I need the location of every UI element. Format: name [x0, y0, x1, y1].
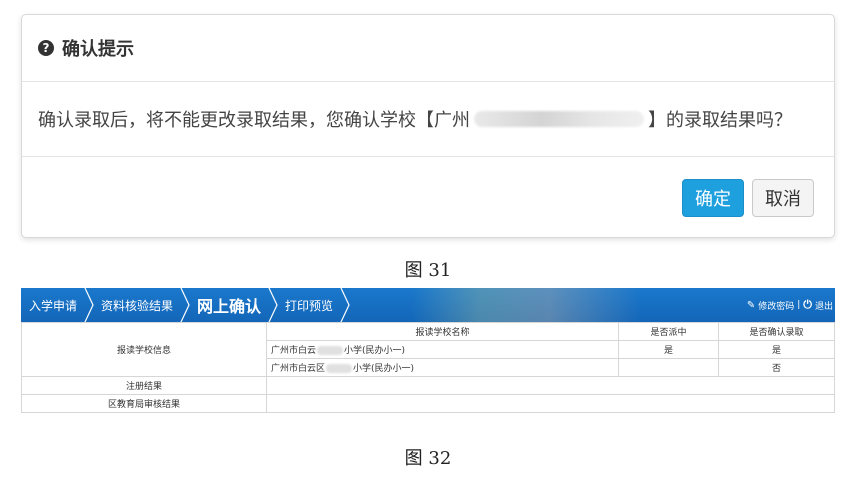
user-actions: ✎ 修改密码 | ⏻ 退出 — [747, 288, 833, 322]
dialog-title: 确认提示 — [62, 39, 134, 60]
pencil-icon: ✎ — [746, 299, 756, 311]
change-password-link[interactable]: 修改密码 — [758, 299, 794, 312]
school-name-prefix: 广州市白云区 — [271, 364, 326, 374]
message-suffix: 】的录取结果吗？ — [648, 110, 792, 131]
figure-32-caption: 图 32 — [404, 448, 452, 469]
dialog-message: 确认录取后，将不能更改录取结果，您确认学校【广州 】的录取结果吗？ — [22, 82, 834, 157]
enrollment-info-table: 报读学校信息 报读学校名称 是否派中 是否确认录取 广州市白云 小学(民办小一) … — [21, 322, 835, 413]
table-row: 注册结果 — [21, 376, 835, 395]
school-name-suffix: 小学(民办小一) — [353, 364, 415, 374]
confirm-button[interactable]: 确定 — [682, 179, 744, 217]
assigned-cell: 是 — [618, 340, 719, 359]
divider: | — [797, 300, 801, 310]
registration-result-label: 注册结果 — [21, 376, 267, 395]
registration-result-value — [266, 376, 835, 395]
message-prefix: 确认录取后，将不能更改录取结果，您确认学校【广州 — [38, 110, 470, 131]
header-assigned: 是否派中 — [618, 322, 719, 341]
header-confirmed: 是否确认录取 — [718, 322, 835, 341]
dialog-header: ? 确认提示 — [22, 15, 834, 82]
crumb-verify-result[interactable]: 资料核验结果 — [101, 288, 173, 322]
header-school-name: 报读学校名称 — [266, 322, 619, 341]
confirm-dialog: ? 确认提示 确认录取后，将不能更改录取结果，您确认学校【广州 】的录取结果吗？… — [21, 14, 835, 238]
top-navbar: 入学申请 资料核验结果 网上确认 打印预览 ✎ 修改密码 | ⏻ 退出 — [21, 288, 835, 322]
question-circle-icon: ? — [38, 40, 54, 56]
school-name-cell: 广州市白云 小学(民办小一) — [266, 340, 619, 359]
chevron-right-icon — [268, 288, 278, 322]
review-result-label: 区教育局审核结果 — [21, 394, 267, 413]
breadcrumb: 入学申请 资料核验结果 网上确认 打印预览 — [21, 288, 357, 322]
power-icon: ⏻ — [803, 298, 812, 311]
figure-31-caption: 图 31 — [404, 260, 452, 281]
dialog-footer: 确定 取消 — [22, 157, 834, 239]
table-row: 区教育局审核结果 — [21, 394, 835, 413]
school-name-prefix: 广州市白云 — [271, 346, 317, 356]
school-name-cell: 广州市白云区 小学(民办小一) — [266, 358, 619, 377]
chevron-right-icon — [180, 288, 190, 322]
confirmed-cell: 否 — [718, 358, 835, 377]
crumb-apply[interactable]: 入学申请 — [29, 288, 77, 322]
chevron-right-icon — [84, 288, 94, 322]
chevron-right-icon — [340, 288, 350, 322]
school-name-suffix: 小学(民办小一) — [344, 346, 406, 356]
redacted-school-name — [474, 111, 644, 127]
redacted-text — [326, 364, 353, 373]
assigned-cell — [618, 358, 719, 377]
table-row: 报读学校信息 报读学校名称 是否派中 是否确认录取 — [21, 322, 835, 377]
logout-link[interactable]: 退出 — [815, 299, 833, 312]
confirmed-cell: 是 — [718, 340, 835, 359]
review-result-value — [266, 394, 835, 413]
redacted-text — [317, 346, 344, 355]
cancel-button[interactable]: 取消 — [752, 179, 814, 217]
school-info-label: 报读学校信息 — [21, 322, 267, 377]
crumb-online-confirm[interactable]: 网上确认 — [197, 288, 261, 322]
banner-decoration — [411, 288, 641, 322]
crumb-print-preview[interactable]: 打印预览 — [285, 288, 333, 322]
